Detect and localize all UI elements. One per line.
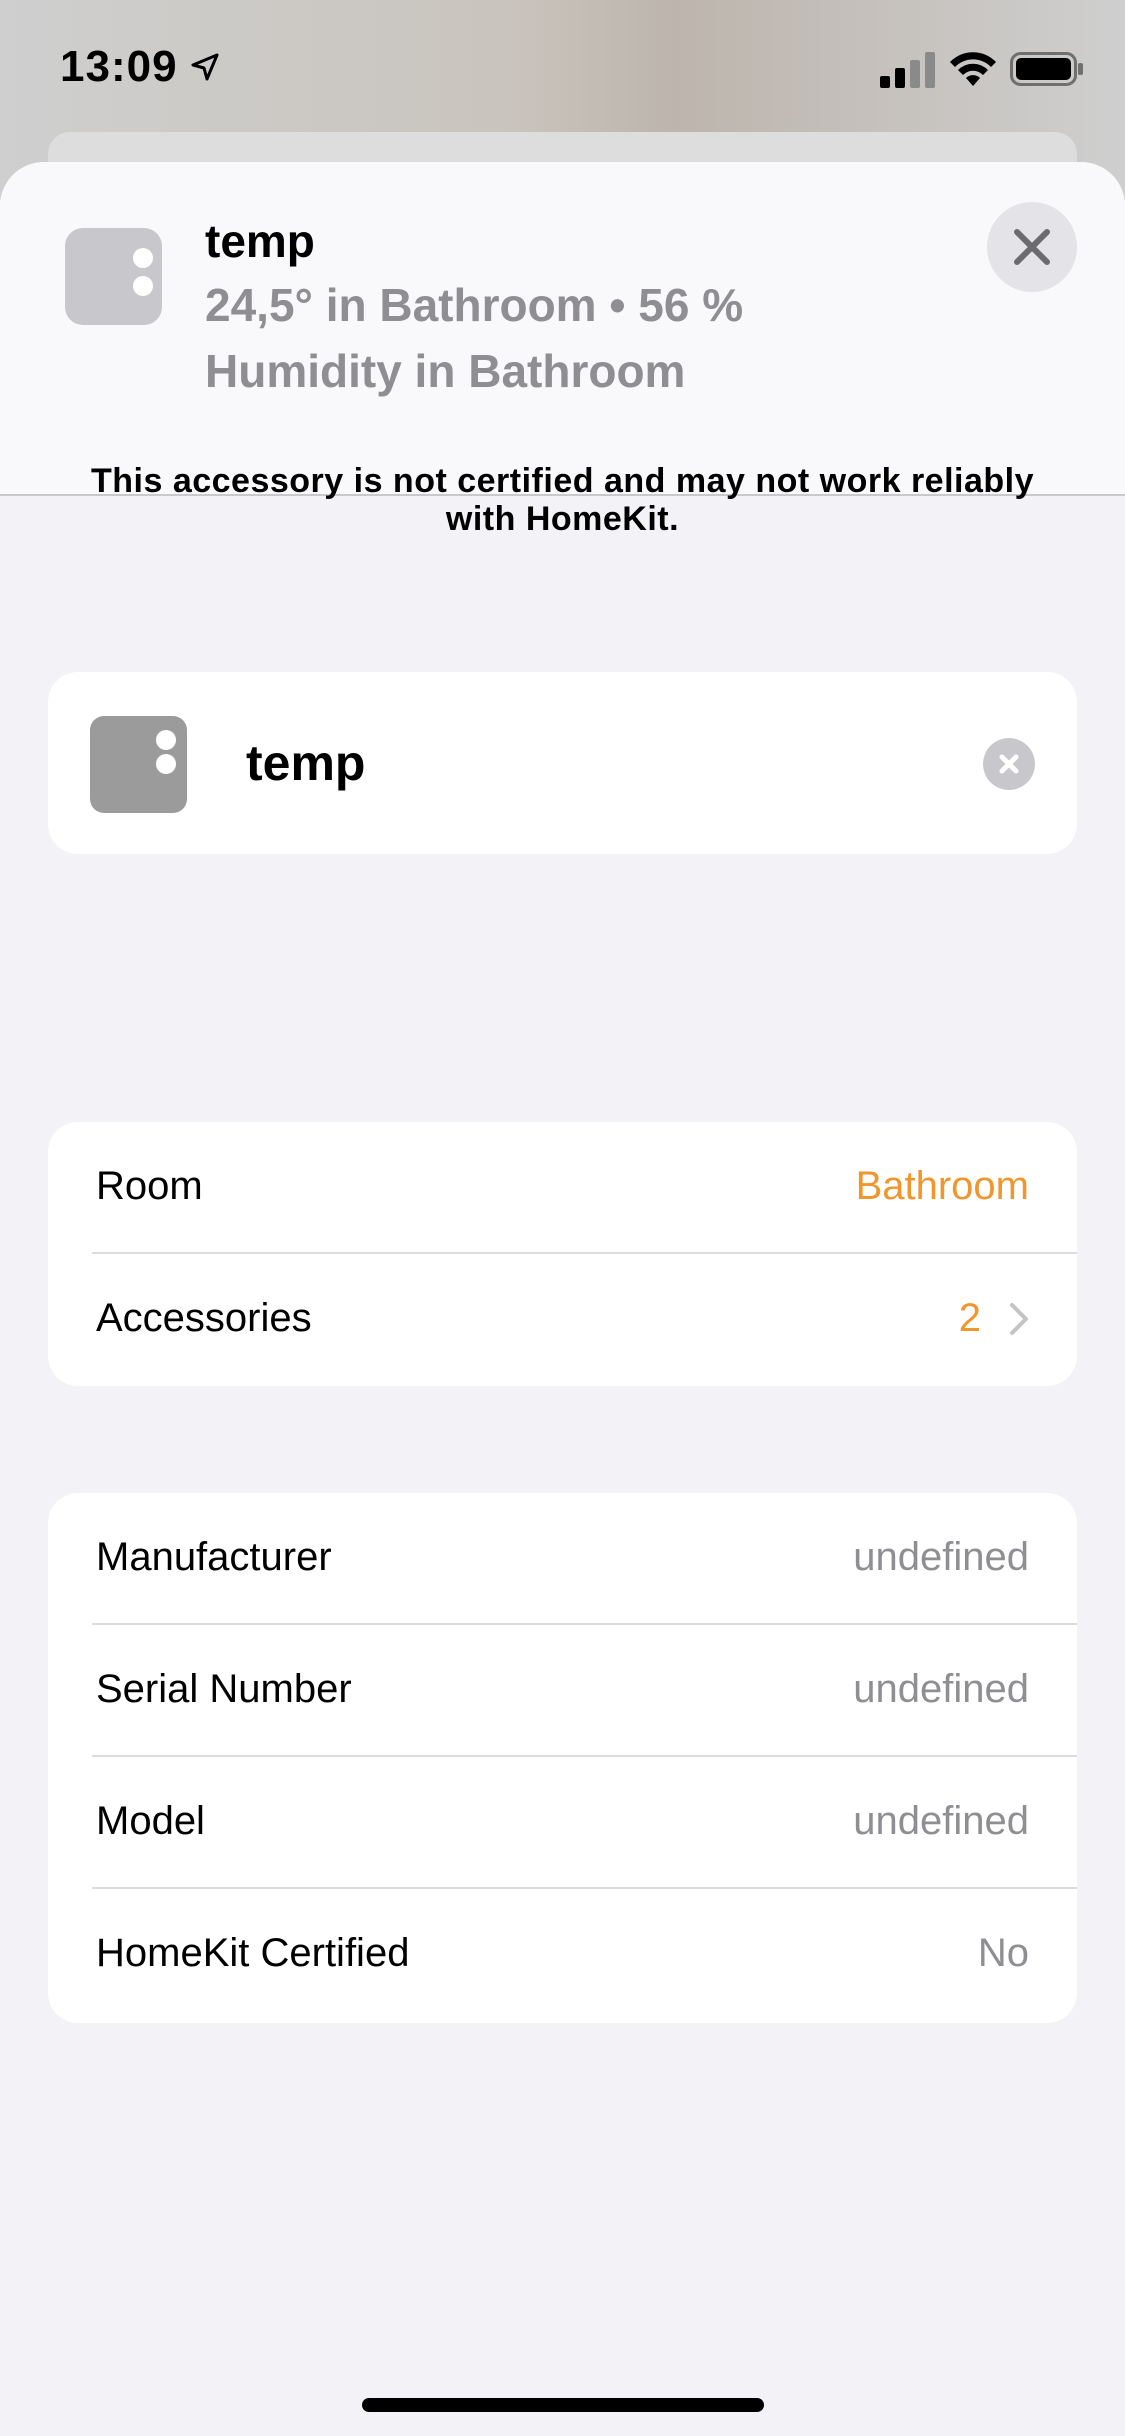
sheet-header: temp 24,5° in Bathroom • 56 % Humidity i… [0,162,1125,496]
wifi-icon [950,52,996,86]
homekit-certified-label: HomeKit Certified [96,1931,410,1975]
room-label: Room [96,1164,203,1208]
clear-name-button[interactable] [983,738,1035,790]
accessory-status: 24,5° in Bathroom • 56 % Humidity in Bat… [205,279,744,397]
serial-number-label: Serial Number [96,1667,352,1711]
chevron-right-icon [1010,1303,1028,1335]
model-label: Model [96,1799,205,1843]
accessories-count: 2 [958,1296,981,1340]
manufacturer-value: undefined [853,1535,1029,1579]
serial-number-row: Serial Number undefined [48,1625,1077,1757]
battery-icon [1010,52,1083,86]
accessory-icon [65,228,162,325]
home-indicator[interactable] [362,2398,764,2412]
accessories-label: Accessories [96,1296,312,1340]
clear-icon [999,754,1019,774]
room-row[interactable]: Room Bathroom [48,1122,1077,1254]
model-row: Model undefined [48,1757,1077,1889]
status-bar: 13:09 [0,0,1125,135]
homekit-certified-row: HomeKit Certified No [48,1889,1077,2021]
accessory-name-field[interactable]: temp [246,734,365,792]
manufacturer-label: Manufacturer [96,1535,332,1579]
location-arrow-icon [191,53,219,81]
accessories-row[interactable]: Accessories 2 [48,1254,1077,1386]
homekit-certified-value: No [977,1931,1029,1975]
close-icon [1014,229,1050,265]
status-time: 13:09 [60,42,178,91]
manufacturer-row: Manufacturer undefined [48,1493,1077,1625]
info-section: Manufacturer undefined Serial Number und… [48,1493,1077,2023]
accessory-title: temp [205,215,315,267]
close-button[interactable] [987,202,1077,292]
serial-number-value: undefined [853,1667,1029,1711]
room-value[interactable]: Bathroom [856,1164,1029,1209]
accessory-icon [90,716,187,813]
signal-icon [880,52,935,88]
model-value: undefined [853,1799,1029,1843]
name-card: temp [48,672,1077,854]
certification-notice: This accessory is not certified and may … [90,462,1035,538]
room-section: Room Bathroom Accessories 2 [48,1122,1077,1386]
